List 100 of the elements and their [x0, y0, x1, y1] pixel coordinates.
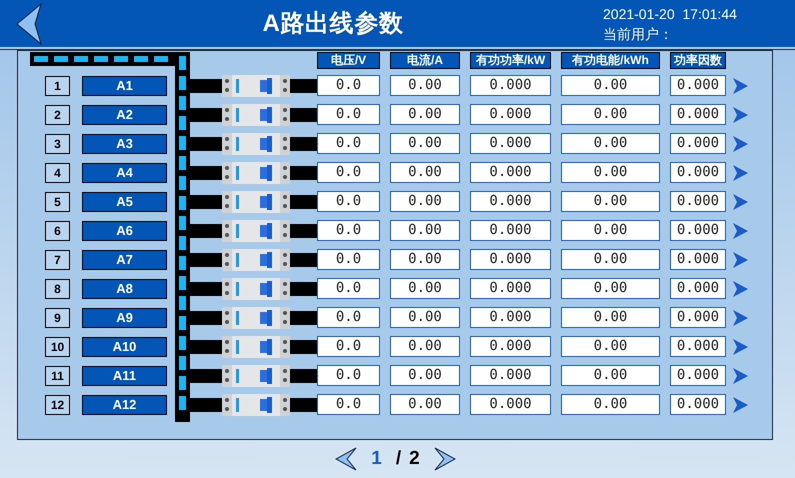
value-field: 0.000 — [670, 191, 726, 212]
value-field: 0.0 — [317, 365, 380, 386]
row-number: 4 — [45, 162, 70, 182]
wire — [190, 78, 222, 92]
column-header: 有功功率/kW — [470, 52, 551, 69]
wire — [190, 166, 222, 180]
detail-arrow-button[interactable] — [733, 78, 748, 94]
detail-arrow-button[interactable] — [733, 136, 748, 152]
circuit-name-button[interactable]: A6 — [82, 220, 167, 240]
row-number: 8 — [45, 278, 70, 298]
value-field: 0.00 — [390, 162, 460, 183]
value-field: 0.000 — [470, 394, 551, 415]
value-field: 0.0 — [317, 307, 380, 328]
detail-arrow-button[interactable] — [733, 106, 748, 122]
arrow-right-icon — [733, 78, 748, 94]
circuit-name-button[interactable]: A5 — [82, 192, 167, 212]
circuit-name-button[interactable]: A7 — [82, 250, 167, 270]
value-field: 0.0 — [317, 75, 380, 96]
value-field: 0.00 — [390, 336, 460, 357]
wire — [190, 310, 222, 324]
wire — [190, 252, 222, 266]
circuit-name-button[interactable]: A8 — [82, 278, 167, 298]
value-field: 0.00 — [390, 220, 460, 241]
value-field: 0.00 — [390, 394, 460, 415]
circuit-name-button[interactable]: A3 — [82, 134, 167, 154]
wire — [290, 310, 317, 324]
column-header: 有功电能/kWh — [561, 52, 660, 69]
circuit-name-button[interactable]: A1 — [82, 76, 167, 96]
circuit-breaker-icon — [222, 364, 290, 386]
arrow-right-icon — [733, 136, 748, 152]
value-field: 0.00 — [561, 307, 660, 328]
value-field: 0.00 — [390, 365, 460, 386]
detail-arrow-button[interactable] — [733, 368, 748, 384]
detail-arrow-button[interactable] — [733, 194, 748, 210]
circuit-name-button[interactable]: A9 — [82, 308, 167, 328]
chevron-right-icon — [434, 447, 456, 471]
value-field: 0.00 — [390, 191, 460, 212]
wire — [290, 340, 317, 354]
wire — [290, 368, 317, 382]
value-field: 0.000 — [670, 278, 726, 299]
value-field: 0.00 — [561, 220, 660, 241]
value-field: 0.00 — [561, 162, 660, 183]
detail-arrow-button[interactable] — [733, 310, 748, 326]
circuit-name-button[interactable]: A2 — [82, 104, 167, 124]
detail-arrow-button[interactable] — [733, 396, 748, 412]
back-button[interactable] — [15, 2, 43, 44]
value-field: 0.00 — [561, 249, 660, 270]
wire — [190, 108, 222, 122]
value-field: 0.00 — [390, 104, 460, 125]
value-field: 0.000 — [670, 336, 726, 357]
value-field: 0.0 — [317, 133, 380, 154]
next-page-button[interactable] — [434, 447, 456, 471]
back-arrow-icon — [15, 2, 43, 44]
circuit-breaker-icon — [222, 162, 290, 184]
value-field: 0.000 — [470, 278, 551, 299]
value-field: 0.0 — [317, 104, 380, 125]
previous-page-button[interactable] — [335, 447, 358, 471]
row-number: 7 — [45, 250, 70, 270]
circuit-breaker-icon — [222, 104, 290, 126]
value-field: 0.00 — [390, 307, 460, 328]
wire — [290, 136, 317, 150]
row-number: 2 — [45, 104, 70, 124]
detail-arrow-button[interactable] — [733, 280, 748, 296]
detail-arrow-button[interactable] — [733, 252, 748, 268]
value-field: 0.0 — [317, 336, 380, 357]
arrow-right-icon — [733, 164, 748, 180]
wire — [190, 224, 222, 238]
arrow-right-icon — [733, 194, 748, 210]
circuit-name-button[interactable]: A4 — [82, 162, 167, 182]
arrow-right-icon — [733, 280, 748, 296]
circuit-breaker-icon — [222, 336, 290, 358]
current-user-label: 当前用户： — [603, 24, 674, 44]
wire — [190, 398, 222, 412]
wire — [290, 398, 317, 412]
value-field: 0.000 — [470, 336, 551, 357]
value-field: 0.00 — [561, 133, 660, 154]
wire — [290, 282, 317, 296]
arrow-right-icon — [733, 310, 748, 326]
circuit-name-button[interactable]: A12 — [82, 394, 167, 414]
value-field: 0.000 — [470, 307, 551, 328]
datetime-label: 2021-01-20 17:01:44 — [603, 4, 738, 24]
detail-arrow-button[interactable] — [733, 164, 748, 180]
arrow-right-icon — [733, 368, 748, 384]
circuit-breaker-icon — [222, 220, 290, 242]
value-field: 0.00 — [561, 104, 660, 125]
chevron-left-icon — [335, 447, 358, 471]
page-title: A路出线参数 — [262, 8, 404, 38]
circuit-name-button[interactable]: A10 — [82, 336, 167, 356]
value-field: 0.000 — [670, 162, 726, 183]
column-header: 功率因数 — [670, 52, 726, 69]
detail-arrow-button[interactable] — [733, 338, 748, 354]
circuit-breaker-icon — [222, 394, 290, 416]
value-field: 0.0 — [317, 394, 380, 415]
circuit-breaker-icon — [222, 306, 290, 328]
wire — [190, 282, 222, 296]
wire — [190, 136, 222, 150]
value-field: 0.00 — [390, 278, 460, 299]
value-field: 0.0 — [317, 220, 380, 241]
detail-arrow-button[interactable] — [733, 222, 748, 238]
circuit-name-button[interactable]: A11 — [82, 366, 167, 386]
